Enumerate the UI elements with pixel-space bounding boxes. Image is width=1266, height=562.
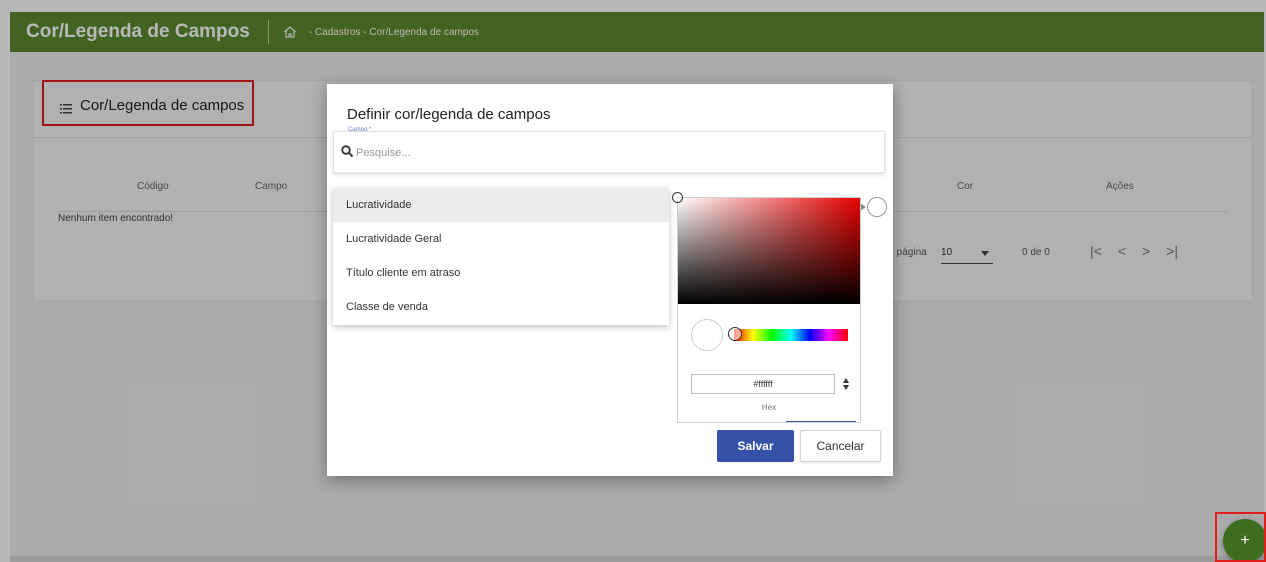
dialog-title: Definir cor/legenda de campos: [347, 106, 551, 123]
field-search-panel: [333, 131, 885, 173]
cancel-button[interactable]: Cancelar: [800, 430, 881, 462]
color-preview: [691, 319, 723, 351]
hue-slider-thumb[interactable]: [728, 327, 742, 341]
hue-slider[interactable]: [734, 329, 848, 341]
search-input[interactable]: [356, 144, 756, 162]
input-underline: [786, 421, 856, 422]
saturation-value-area[interactable]: [672, 192, 860, 304]
color-swatch-trigger[interactable]: [867, 197, 887, 217]
list-item[interactable]: Título cliente em atraso: [333, 256, 669, 290]
chevron-up-icon: [843, 378, 849, 383]
field-options-list: Lucratividade Lucratividade Geral Título…: [333, 188, 669, 325]
saturation-cursor[interactable]: [672, 192, 683, 203]
search-icon: [341, 145, 354, 158]
chevron-down-icon: [843, 385, 849, 390]
list-item[interactable]: Lucratividade: [333, 188, 669, 222]
hex-input[interactable]: [691, 374, 835, 394]
app-root: Cor/Legenda de Campos - Cadastros - Cor/…: [0, 0, 1266, 562]
color-picker: Hex: [672, 192, 861, 423]
save-button[interactable]: Salvar: [717, 430, 794, 462]
hex-label: Hex: [761, 403, 777, 412]
format-toggle[interactable]: [840, 374, 852, 394]
list-item[interactable]: Classe de venda: [333, 290, 669, 324]
fab-highlight-box: [1215, 512, 1266, 562]
list-item[interactable]: Lucratividade Geral: [333, 222, 669, 256]
